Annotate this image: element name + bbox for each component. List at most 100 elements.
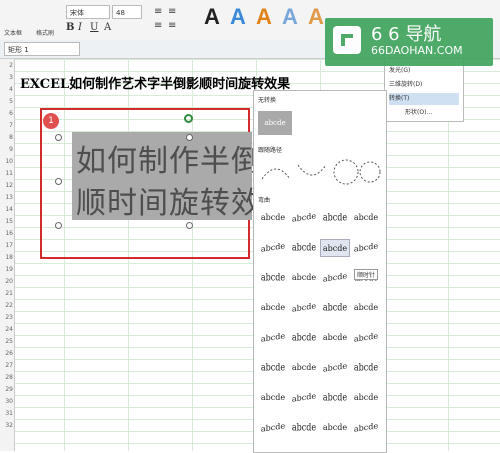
site-logo-icon	[333, 26, 361, 54]
font-size-select[interactable]: 48	[112, 5, 142, 19]
font-name-select[interactable]: 宋体	[66, 5, 110, 19]
italic-button[interactable]: I	[78, 22, 82, 33]
row-number[interactable]: 18	[0, 254, 13, 261]
warp-option[interactable]: abcde	[289, 387, 319, 409]
row-number[interactable]: 16	[0, 230, 13, 237]
warp-option[interactable]: abcde	[351, 237, 381, 259]
sheet-title: EXCEL如何制作艺术字半倒影顺时间旋转效果	[20, 77, 291, 92]
resize-handle-l[interactable]	[55, 178, 62, 185]
wordart-style-3[interactable]: A	[256, 4, 272, 30]
row-number[interactable]: 26	[0, 350, 13, 357]
warp-option[interactable]: abcde	[289, 297, 319, 319]
row-number[interactable]: 27	[0, 362, 13, 369]
row-number[interactable]: 23	[0, 314, 13, 321]
wordart-style-2[interactable]: A	[230, 4, 246, 30]
row-number[interactable]: 21	[0, 290, 13, 297]
warp-option[interactable]: abcde	[258, 327, 288, 349]
row-number[interactable]: 14	[0, 206, 13, 213]
warp-option[interactable]: abcde	[258, 237, 288, 259]
warp-option[interactable]: abcde	[289, 416, 319, 439]
warp-option[interactable]: abcde	[351, 209, 381, 227]
warp-option[interactable]: abcde	[289, 359, 319, 377]
align-middle-icon[interactable]: ≡	[168, 6, 176, 17]
resize-handle-b[interactable]	[186, 222, 193, 229]
tooltip-clockwise: 顺时针	[354, 269, 379, 280]
wordart-style-5[interactable]: A	[308, 4, 324, 30]
warp-option[interactable]: abcde	[289, 326, 319, 349]
row-number[interactable]: 30	[0, 398, 13, 405]
warp-option[interactable]: abcde	[320, 206, 350, 229]
align-left-icon[interactable]: ≡	[154, 20, 162, 31]
row-number[interactable]: 24	[0, 326, 13, 333]
warp-option[interactable]: abcde	[289, 269, 319, 287]
warp-option[interactable]: abcde	[258, 389, 288, 407]
row-number[interactable]: 8	[0, 134, 13, 141]
warp-option[interactable]: abcde	[320, 419, 350, 437]
step-badge: 1	[43, 113, 59, 129]
follow-path-options[interactable]	[258, 155, 382, 189]
wordart-style-1[interactable]: A	[204, 4, 220, 30]
text-box-label[interactable]: 文本框	[4, 28, 22, 37]
row-number[interactable]: 20	[0, 278, 13, 285]
warp-option[interactable]: abcde	[258, 266, 288, 289]
row-number[interactable]: 4	[0, 86, 13, 93]
row-number[interactable]: 7	[0, 122, 13, 129]
row-number[interactable]: 3	[0, 74, 13, 81]
warp-option[interactable]: abcde	[351, 389, 381, 407]
warp-option[interactable]: abcde	[351, 417, 381, 439]
underline-button[interactable]: U	[90, 22, 98, 33]
wordart-style-4[interactable]: A	[282, 4, 298, 30]
warp-option[interactable]: abcde	[351, 327, 381, 349]
warp-option[interactable]: abcde	[258, 356, 288, 379]
menu-item-glow[interactable]: 发光(G)	[389, 65, 459, 77]
align-top-icon[interactable]: ≡	[154, 6, 162, 17]
rotate-handle-icon[interactable]	[184, 114, 193, 123]
menu-item-3d-rotation[interactable]: 三维旋转(D)	[389, 79, 459, 91]
row-number[interactable]: 9	[0, 146, 13, 153]
row-number[interactable]: 11	[0, 170, 13, 177]
warp-option[interactable]: abcde	[320, 267, 350, 289]
row-number[interactable]: 29	[0, 386, 13, 393]
wordart-line-1: 如何制作半倒	[76, 144, 262, 179]
row-number[interactable]: 31	[0, 410, 13, 417]
row-number[interactable]: 5	[0, 98, 13, 105]
warp-option[interactable]: abcde	[258, 417, 288, 439]
warp-option[interactable]: abcde	[320, 296, 350, 319]
warp-option[interactable]: abcde	[320, 329, 350, 347]
row-number[interactable]: 28	[0, 374, 13, 381]
shape-name-box[interactable]: 矩形 1	[4, 42, 80, 56]
menu-item-transform[interactable]: 转换(T)	[389, 93, 459, 105]
warp-option[interactable]: abcde	[351, 356, 381, 379]
warp-option[interactable]: abcde	[258, 209, 288, 227]
warp-option[interactable]: abcde	[258, 299, 288, 317]
section-follow-path: 跟随路径	[258, 147, 283, 154]
resize-handle-bl[interactable]	[55, 222, 62, 229]
warp-option[interactable]: abcde	[320, 239, 350, 257]
row-number[interactable]: 6	[0, 110, 13, 117]
row-number[interactable]: 13	[0, 194, 13, 201]
row-number[interactable]: 22	[0, 302, 13, 309]
row-number[interactable]: 17	[0, 242, 13, 249]
row-number[interactable]: 12	[0, 182, 13, 189]
site-watermark: 6 6 导航 66DAOHAN.COM	[325, 18, 493, 66]
font-color-icon[interactable]: A	[104, 22, 111, 33]
warp-option[interactable]: abcde	[351, 299, 381, 317]
menu-item-shape[interactable]: 形状(O)...	[405, 107, 459, 119]
bold-button[interactable]: B	[66, 22, 74, 33]
row-number[interactable]: 10	[0, 158, 13, 165]
wordart-textbox[interactable]: 如何制作半倒 顺时间旋转效	[72, 132, 261, 221]
row-number[interactable]: 15	[0, 218, 13, 225]
warp-option[interactable]: abcde	[289, 207, 319, 229]
format-brush-label[interactable]: 格式刷	[36, 28, 54, 37]
no-transform-option[interactable]: abcde	[258, 111, 292, 135]
row-number[interactable]: 25	[0, 338, 13, 345]
warp-option[interactable]: abcde	[320, 386, 350, 409]
row-number[interactable]: 32	[0, 422, 13, 429]
resize-handle-tl[interactable]	[55, 134, 62, 141]
align-center-icon[interactable]: ≡	[168, 20, 176, 31]
row-number[interactable]: 19	[0, 266, 13, 273]
resize-handle-t[interactable]	[186, 134, 193, 141]
row-number[interactable]: 2	[0, 62, 13, 69]
warp-option[interactable]: abcde	[320, 357, 350, 379]
warp-option[interactable]: abcde	[289, 236, 319, 259]
